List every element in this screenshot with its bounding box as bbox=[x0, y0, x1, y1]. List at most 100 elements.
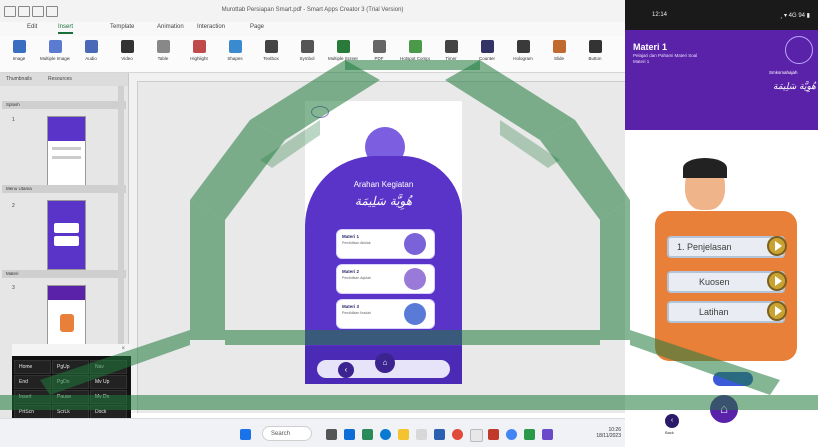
brain-icon bbox=[404, 268, 426, 290]
back-label: Back bbox=[665, 430, 674, 435]
menu-penjelasan-button[interactable]: 1. Penjelasan bbox=[667, 236, 787, 258]
menu-latihan-button[interactable]: Latihan bbox=[667, 301, 787, 323]
ribbon-button-timer[interactable]: Timer bbox=[436, 40, 466, 70]
pdf-icon bbox=[372, 40, 386, 53]
group-splash[interactable]: Splash bbox=[2, 101, 126, 109]
ribbon-button-label: Video bbox=[121, 56, 133, 61]
key-prtscn[interactable]: PrtScn bbox=[14, 405, 51, 419]
multiple-images-icon bbox=[48, 40, 62, 53]
audio-icon bbox=[84, 40, 98, 53]
tab-animation[interactable]: Animation bbox=[157, 24, 184, 30]
ribbon-button-table[interactable]: Table bbox=[148, 40, 178, 70]
key-insert[interactable]: Insert bbox=[14, 390, 51, 404]
ribbon-button-video[interactable]: Video bbox=[112, 40, 142, 70]
windows-taskbar: Search 10:26 18/11/2023 bbox=[0, 418, 625, 447]
home-icon[interactable]: ⌂ bbox=[707, 392, 741, 426]
ribbon-button-hotspot-component[interactable]: Hotspot Component bbox=[400, 40, 430, 70]
tab-resources[interactable]: Resources bbox=[48, 76, 72, 82]
highlight-icon bbox=[192, 40, 206, 53]
ribbon-button-counter[interactable]: Counter bbox=[472, 40, 502, 70]
key-mv-up[interactable]: Mv Up bbox=[90, 375, 127, 389]
button-label: 1. Penjelasan bbox=[677, 242, 732, 252]
app-icon[interactable] bbox=[524, 429, 535, 440]
ribbon-button-label: Slide bbox=[553, 56, 564, 61]
ribbon-button-label: Hologram bbox=[513, 56, 533, 61]
key-home[interactable]: Home bbox=[14, 360, 51, 374]
slide-title: Arahan Kegiatan bbox=[353, 180, 414, 189]
key-pgup[interactable]: PgUp bbox=[52, 360, 89, 374]
materi-card-2[interactable]: Materi 2 Pendidikan Aqidah bbox=[336, 264, 435, 294]
system-tray[interactable]: 10:26 18/11/2023 bbox=[596, 427, 621, 439]
tab-interaction[interactable]: Interaction bbox=[197, 24, 225, 30]
key-pause[interactable]: Pause bbox=[52, 390, 89, 404]
ribbon-button-label: Timer bbox=[445, 56, 457, 61]
keypad-header: × bbox=[12, 344, 131, 356]
tab-insert[interactable]: Insert bbox=[58, 24, 74, 34]
page-thumbnail[interactable] bbox=[47, 200, 86, 270]
ribbon-button-hologram[interactable]: Hologram bbox=[508, 40, 538, 70]
group-menu-utama[interactable]: Menu Utama bbox=[2, 185, 126, 193]
tab-page[interactable]: Page bbox=[250, 24, 264, 30]
materi-card-1[interactable]: Materi 1 Pendidikan Akhlak bbox=[336, 229, 435, 259]
slide-preview[interactable]: Arahan Kegiatan هُوِيَّة سَلِيمَة Materi… bbox=[305, 101, 462, 384]
tab-template[interactable]: Template bbox=[110, 24, 134, 30]
ribbon-button-slide[interactable]: Slide bbox=[544, 40, 574, 70]
book-icon bbox=[404, 303, 426, 325]
key-pgdn[interactable]: PgDn bbox=[52, 375, 89, 389]
button-label: Latihan bbox=[699, 307, 729, 317]
home-icon[interactable]: ⌂ bbox=[375, 353, 395, 373]
ribbon-button-pdf[interactable]: PDF bbox=[364, 40, 394, 70]
key-nav[interactable]: Nav bbox=[90, 360, 127, 374]
tab-thumbnails[interactable]: Thumbnails bbox=[6, 76, 32, 82]
word-icon[interactable] bbox=[434, 429, 445, 440]
key-dock[interactable]: Dock bbox=[90, 405, 127, 419]
ribbon-button-button[interactable]: Button bbox=[580, 40, 610, 70]
opera-icon[interactable] bbox=[452, 429, 463, 440]
key-mv-dn[interactable]: Mv Dn bbox=[90, 390, 127, 404]
ribbon-button-highlight[interactable]: Highlight bbox=[184, 40, 214, 70]
back-icon[interactable]: ‹ bbox=[665, 414, 679, 428]
panel-scrollbar[interactable] bbox=[118, 86, 124, 386]
key-scrlk[interactable]: ScrLk bbox=[52, 405, 89, 419]
taskbar-search[interactable]: Search bbox=[262, 426, 312, 441]
ribbon-button-multiple-images[interactable]: Multiple Images bbox=[40, 40, 70, 70]
task-view-icon[interactable] bbox=[326, 429, 337, 440]
materi-card-3[interactable]: Materi 3 Pendidikan Ibadah bbox=[336, 299, 435, 329]
edge-icon[interactable] bbox=[380, 429, 391, 440]
page-thumbnail[interactable] bbox=[47, 116, 86, 186]
phone-status-icons: ¸ ▾ 4G 94 ▮ bbox=[780, 13, 810, 19]
file-explorer-icon[interactable] bbox=[398, 429, 409, 440]
chrome-icon[interactable] bbox=[506, 429, 517, 440]
notepad-icon[interactable] bbox=[470, 429, 483, 442]
key-end[interactable]: End bbox=[14, 375, 51, 389]
smart-apps-creator-icon[interactable] bbox=[542, 429, 553, 440]
close-icon[interactable]: × bbox=[121, 346, 125, 352]
logo-name: Smksmahajah bbox=[769, 70, 798, 75]
ribbon-button-label: Textbox bbox=[263, 56, 279, 61]
play-icon bbox=[767, 236, 787, 256]
start-icon[interactable] bbox=[240, 429, 251, 440]
back-icon[interactable]: ‹ bbox=[338, 362, 354, 378]
ribbon-button-multiple-screen[interactable]: Multiple Screen bbox=[328, 40, 358, 70]
ribbon-button-audio[interactable]: Audio bbox=[76, 40, 106, 70]
group-materi[interactable]: Materi bbox=[2, 270, 126, 278]
page-thumbnail[interactable] bbox=[47, 285, 86, 347]
page-number: 3 bbox=[12, 285, 15, 291]
shapes-icon bbox=[228, 40, 242, 53]
widgets-icon[interactable] bbox=[344, 429, 355, 440]
ribbon-button-image[interactable]: Image bbox=[4, 40, 34, 70]
ribbon-button-textbox[interactable]: Textbox bbox=[256, 40, 286, 70]
ribbon-button-label: Multiple Images bbox=[40, 56, 70, 61]
ribbon-button-label: Shapes bbox=[227, 56, 243, 61]
menu-edit[interactable]: Edit bbox=[27, 24, 37, 30]
card-subtitle: Pendidikan Aqidah bbox=[342, 276, 371, 280]
character-shoe bbox=[713, 372, 753, 386]
chat-icon[interactable] bbox=[362, 429, 373, 440]
ribbon-button-shapes[interactable]: Shapes bbox=[220, 40, 250, 70]
menu-kuosen-button[interactable]: Kuosen bbox=[667, 271, 787, 293]
store-icon[interactable] bbox=[416, 429, 427, 440]
card-subtitle: Pendidikan Ibadah bbox=[342, 311, 371, 315]
ribbon-button-symbol[interactable]: Symbol bbox=[292, 40, 322, 70]
pdf-icon[interactable] bbox=[488, 429, 499, 440]
ribbon-button-label: Image bbox=[12, 56, 26, 61]
